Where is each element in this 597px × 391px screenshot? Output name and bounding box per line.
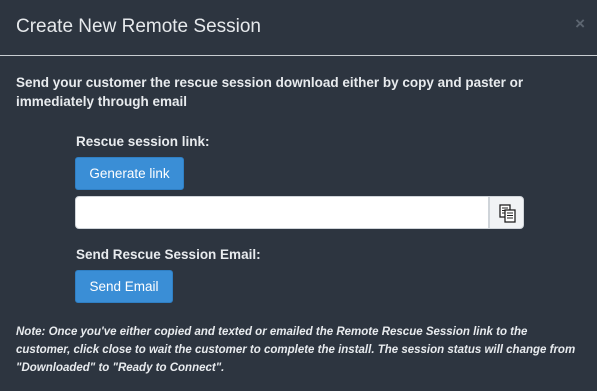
create-remote-session-modal: Create New Remote Session × Send your cu… — [0, 0, 597, 391]
generate-link-button[interactable]: Generate link — [75, 157, 184, 190]
modal-header: Create New Remote Session × — [0, 0, 597, 56]
send-email-button[interactable]: Send Email — [75, 270, 173, 303]
rescue-link-input[interactable] — [75, 196, 489, 229]
note-text: Note: Once you've either copied and text… — [16, 326, 576, 374]
modal-title: Create New Remote Session — [16, 16, 261, 37]
rescue-link-label: Rescue session link: — [76, 134, 210, 149]
copy-link-button[interactable] — [489, 196, 524, 229]
copy-icon — [499, 204, 516, 223]
send-email-label: Send Rescue Session Email: — [76, 247, 261, 262]
intro-text: Send your customer the rescue session do… — [16, 75, 524, 109]
close-icon[interactable]: × — [575, 15, 585, 32]
